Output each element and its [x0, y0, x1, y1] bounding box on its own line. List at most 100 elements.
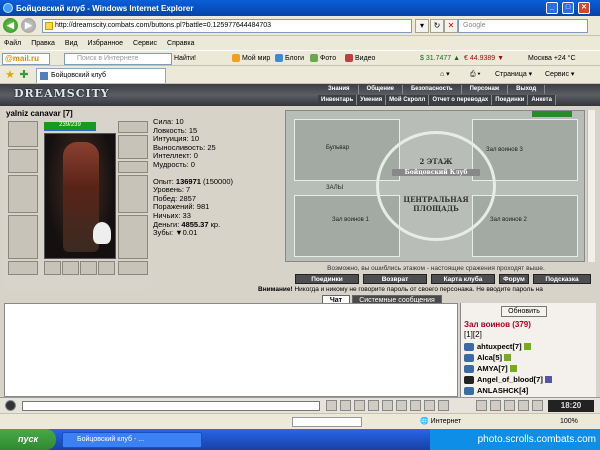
info-icon[interactable]: [544, 376, 552, 383]
settings-icon[interactable]: [438, 400, 449, 411]
club-map-button[interactable]: Карта клуба: [431, 274, 495, 284]
forward-button[interactable]: ▶: [21, 18, 36, 33]
map-label-floor2[interactable]: 2 ЭТАЖ: [398, 157, 474, 166]
toolbar-photo[interactable]: Фото: [310, 53, 336, 65]
toolbar-my-world[interactable]: Мой мир: [232, 53, 270, 65]
menu-item[interactable]: Файл: [4, 37, 21, 50]
list-item[interactable]: Angel_of_blood [7]: [464, 374, 596, 385]
map-scrollbar[interactable]: [587, 110, 595, 262]
menu-item[interactable]: Избранное: [88, 37, 123, 50]
map-label-hall2[interactable]: Зал воинов 2: [490, 217, 527, 223]
menu-item[interactable]: Справка: [167, 37, 194, 50]
fight-icon[interactable]: [410, 400, 421, 411]
info-icon[interactable]: [504, 354, 512, 361]
home-icon[interactable]: ⌂ ▾: [440, 69, 450, 81]
exit-icon[interactable]: [532, 400, 543, 411]
item-slot[interactable]: [62, 261, 79, 275]
mailru-logo[interactable]: @mail.ru: [2, 53, 50, 65]
info-icon[interactable]: [509, 365, 517, 372]
sub-menu-item[interactable]: Анкета: [528, 95, 556, 105]
weapon-slot[interactable]: [8, 175, 38, 213]
mail-icon[interactable]: [504, 400, 515, 411]
toolbar-search-input[interactable]: Поиск в Интернете: [64, 53, 172, 65]
forum-button[interactable]: Форум: [499, 274, 529, 284]
add-favorites-icon[interactable]: ✚: [18, 69, 30, 81]
amulet-slot[interactable]: [8, 149, 38, 173]
duels-button[interactable]: Поединки: [295, 274, 359, 284]
minimize-button[interactable]: _: [546, 2, 558, 14]
refresh-button[interactable]: ↻: [430, 19, 444, 33]
sub-menu-item[interactable]: Поединки: [492, 95, 529, 105]
menu-item[interactable]: Вид: [65, 37, 78, 50]
print-icon[interactable]: ⎙ ▾: [470, 69, 481, 81]
character-name-line[interactable]: yalniz canavar [7]: [6, 109, 73, 118]
translit-icon[interactable]: [382, 400, 393, 411]
address-dropdown-button[interactable]: ▾: [415, 19, 429, 33]
map-label-hall3[interactable]: Зал воинов 3: [486, 147, 523, 153]
hint-button[interactable]: Подсказка: [533, 274, 591, 284]
shield-slot[interactable]: [118, 175, 148, 213]
tab-active[interactable]: Бойцовский клуб: [36, 68, 166, 83]
clear-icon[interactable]: [326, 400, 337, 411]
top-menu-item[interactable]: Выход: [508, 85, 546, 94]
item-slot[interactable]: [80, 261, 97, 275]
earring-slot[interactable]: [118, 121, 148, 133]
zoom-level[interactable]: 100%: [560, 414, 578, 429]
stop-button[interactable]: ✕: [444, 19, 458, 33]
top-menu-item[interactable]: Знания: [320, 85, 359, 94]
toolbar-blogs[interactable]: Блоги: [275, 53, 304, 65]
service-menu[interactable]: Сервис ▾: [545, 69, 574, 81]
start-button[interactable]: пуск: [0, 429, 56, 450]
sound-icon[interactable]: [368, 400, 379, 411]
favorites-star-icon[interactable]: ★: [4, 69, 16, 81]
armor-slot[interactable]: [8, 215, 38, 259]
toolbar-find-button[interactable]: Найти!: [174, 53, 196, 65]
top-menu-item[interactable]: Общение: [359, 85, 403, 94]
character-avatar[interactable]: [44, 133, 116, 259]
info-icon[interactable]: [523, 343, 531, 350]
toolbar-video[interactable]: Видео: [345, 53, 375, 65]
close-button[interactable]: ✕: [578, 2, 590, 14]
boots-slot[interactable]: [118, 261, 148, 275]
rings-slot[interactable]: [118, 161, 148, 173]
address-bar[interactable]: http://dreamscity.combats.com/buttons.pl…: [42, 19, 412, 33]
page-menu[interactable]: Страница ▾: [495, 69, 532, 81]
quest-icon[interactable]: [518, 400, 529, 411]
maximize-button[interactable]: □: [562, 2, 574, 14]
gloves-slot[interactable]: [118, 135, 148, 159]
map-label-halls[interactable]: ЗАЛЫ: [326, 185, 343, 191]
chat-input[interactable]: [22, 401, 320, 411]
map-label-square[interactable]: ЦЕНТРАЛЬНАЯ ПЛОЩАДЬ: [402, 195, 470, 213]
top-menu-item[interactable]: Безопасность: [403, 85, 462, 94]
friends-icon[interactable]: [490, 400, 501, 411]
list-item[interactable]: Alca [5]: [464, 352, 596, 363]
usd-rate[interactable]: $ 31.7477 ▲: [420, 53, 460, 65]
chat-log[interactable]: [4, 303, 458, 397]
item-slot[interactable]: [44, 261, 61, 275]
map-label-club[interactable]: Бойцовский Клуб: [392, 169, 480, 176]
belt-slot[interactable]: [8, 261, 38, 275]
list-item[interactable]: AMYA [7]: [464, 363, 596, 374]
person-icon[interactable]: [396, 400, 407, 411]
helmet-slot[interactable]: [8, 121, 38, 147]
sub-menu-item[interactable]: Умения: [357, 95, 387, 105]
menu-item[interactable]: Сервис: [133, 37, 157, 50]
eur-rate[interactable]: € 44.9389 ▼: [464, 53, 504, 65]
taskbar-item-ie[interactable]: Бойцовский клуб - ...: [62, 432, 202, 448]
return-button[interactable]: Возврат: [363, 274, 427, 284]
back-button[interactable]: ◀: [3, 18, 18, 33]
top-menu-item[interactable]: Персонаж: [462, 85, 509, 94]
menu-item[interactable]: Правка: [31, 37, 55, 50]
inventory-icon[interactable]: [476, 400, 487, 411]
action-icon[interactable]: [424, 400, 435, 411]
item-slot[interactable]: [98, 261, 115, 275]
list-item[interactable]: ahtuxpect [7]: [464, 341, 596, 352]
browser-search-input[interactable]: Google: [458, 19, 588, 33]
list-item[interactable]: ANLASHCK [4]: [464, 385, 596, 396]
warriors-pages[interactable]: [1][2]: [464, 330, 482, 339]
map-label-hall1[interactable]: Зал воинов 1: [332, 217, 369, 223]
smile-icon[interactable]: [340, 400, 351, 411]
map-label-boulevard[interactable]: Бульвар: [326, 145, 349, 151]
refresh-button[interactable]: Обновить: [501, 306, 547, 317]
sub-menu-item[interactable]: Инвентарь: [318, 95, 358, 105]
